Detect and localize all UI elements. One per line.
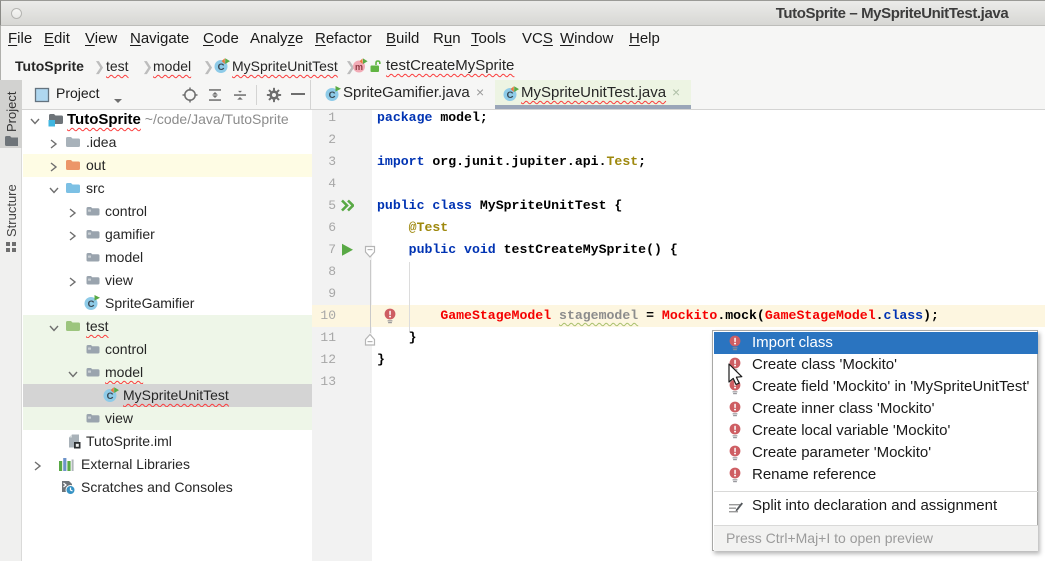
- svg-text:C: C: [329, 90, 336, 101]
- svg-text:C: C: [88, 299, 95, 310]
- svg-text:C: C: [507, 90, 514, 101]
- svg-text:C: C: [107, 391, 114, 402]
- svg-text:m: m: [355, 62, 363, 72]
- svg-text:C: C: [218, 62, 225, 73]
